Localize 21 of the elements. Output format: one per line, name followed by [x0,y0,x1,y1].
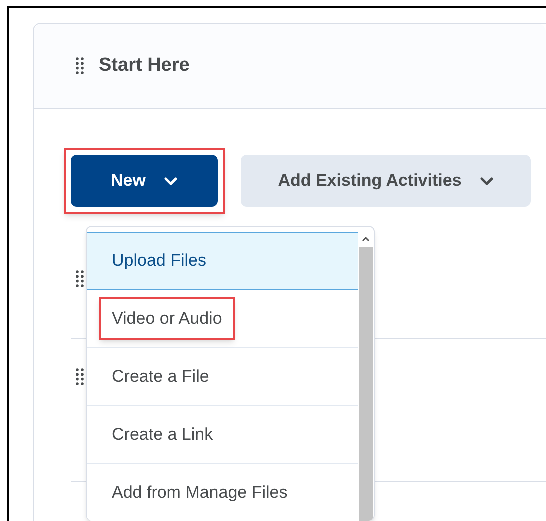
menu-item-label: Create a File [111,366,210,388]
menu-item-label: Add from Manage Files [111,482,289,504]
caret-icon [164,176,178,186]
caret-icon [480,176,494,186]
menu-item[interactable]: Create a Link [87,406,358,464]
drag-handle-icon[interactable] [76,270,84,288]
menu-item[interactable]: Upload Files [87,232,358,290]
menu-item[interactable]: Add from Manage Files [87,464,358,521]
drag-handle-icon[interactable] [76,368,84,386]
menu-item-label: Create a Link [111,424,214,446]
scrollbar-thumb[interactable] [359,247,373,521]
section-title: Start Here [99,54,190,78]
scrollbar[interactable] [358,227,374,521]
drag-handle-icon[interactable] [76,57,84,75]
menu-item[interactable]: Video or Audio [87,290,358,348]
highlight-frame: Video or Audio [99,296,236,340]
new-button[interactable]: New [71,155,218,207]
add-activities-button[interactable]: Add Existing Activities [241,155,531,207]
menu-item-label: Upload Files [111,250,208,272]
menu-item[interactable]: Create a File [87,348,358,406]
scroll-up-icon[interactable] [361,235,371,243]
